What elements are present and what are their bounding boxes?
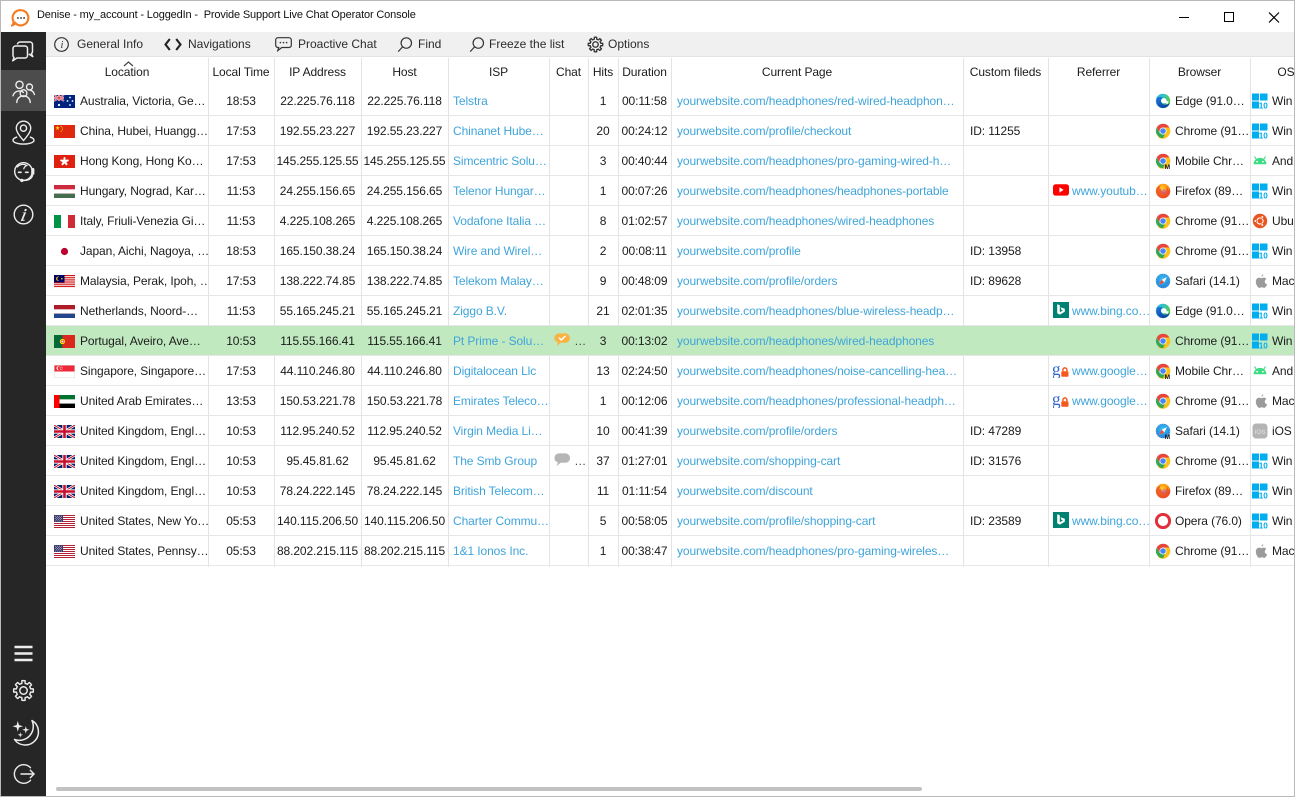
svg-text:i: i [60,40,63,51]
